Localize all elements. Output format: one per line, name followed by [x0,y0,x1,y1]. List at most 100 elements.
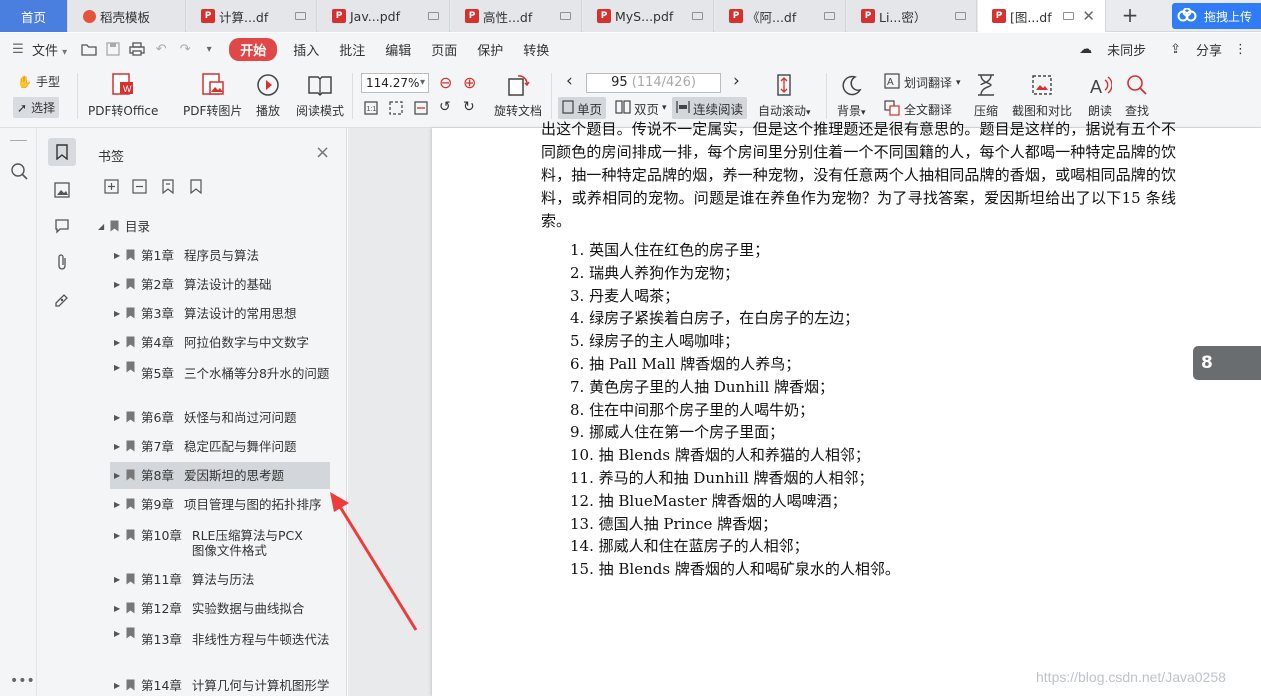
thumbnail-panel-icon[interactable] [48,176,76,204]
bookmark-item[interactable]: ▶ 第9章 项目管理与图的拓扑排序 [114,497,321,512]
expand-arrow-icon[interactable]: ▶ [114,468,124,483]
expand-arrow-icon[interactable]: ▶ [114,248,124,263]
expand-arrow-icon[interactable]: ▶ [114,497,124,512]
find-in-doc-icon[interactable] [10,162,28,183]
expand-arrow-icon[interactable]: ▶ [114,410,124,425]
zoom-in-icon[interactable]: ⊕ [463,73,476,92]
bookmark-panel-icon[interactable] [48,138,76,166]
bookmark-item[interactable]: ▶ 第4章 阿拉伯数字与中文数字 [114,335,309,350]
fit-page-icon[interactable] [389,101,403,115]
bookmark-item[interactable]: ▶ 第10章 RLE压缩算法与PCX图像文件格式 [114,528,312,558]
play-button[interactable]: 播放 [254,71,282,119]
rotate-document-button[interactable]: 旋转文档 [494,71,542,119]
actual-size-icon[interactable]: 1:1 [364,101,378,115]
tab-document[interactable]: P Jav...pdf [318,0,450,32]
expand-all-icon[interactable] [103,178,120,195]
next-page-icon[interactable]: › [733,71,740,91]
collapse-all-icon[interactable] [131,178,148,195]
menu-annotate[interactable]: 批注 [329,40,375,59]
zoom-out-icon[interactable]: ⊖ [439,73,452,92]
screenshot-compare-button[interactable]: 截图和对比 [1012,71,1072,119]
tab-document[interactable]: P Li...密） [847,0,977,32]
menu-page[interactable]: 页面 [421,40,467,59]
save-icon[interactable] [101,39,125,59]
expand-arrow-icon[interactable]: ▶ [114,528,124,543]
expand-arrow-icon[interactable]: ▶ [114,572,124,587]
close-tab-icon[interactable]: ✕ [1082,7,1095,25]
open-folder-icon[interactable] [77,39,101,59]
menu-insert[interactable]: 插入 [283,40,329,59]
word-translate-button[interactable]: A 划词翻译 ▾ [884,73,961,92]
bookmark-item[interactable]: ▶ 第2章 算法设计的基础 [114,277,271,292]
hamburger-icon[interactable]: ☰ [6,39,30,59]
page-number-input[interactable]: 95 (114/426) [586,73,721,93]
collapse-arrow-icon[interactable]: ◢ [98,219,108,234]
redo-icon[interactable]: ↷ [173,39,197,59]
compress-button[interactable]: 压缩 [972,71,1000,119]
comment-panel-icon[interactable] [48,212,76,240]
menu-convert[interactable]: 转换 [513,40,559,59]
window-icon[interactable] [955,12,966,20]
continuous-read-button[interactable]: 连续阅读 [672,97,748,119]
tab-document[interactable]: P 高性...df [451,0,582,32]
attachment-icon[interactable] [48,248,76,276]
add-bookmark-icon[interactable] [159,178,176,195]
background-button[interactable]: 背景▾ [837,71,866,119]
bookmark-item[interactable]: ▶ 第8章 爱因斯坦的思考题 [110,462,330,489]
print-icon[interactable] [125,39,149,59]
bookmark-item[interactable]: ▶ 第3章 算法设计的常用思想 [114,306,296,321]
expand-arrow-icon[interactable]: ▶ [114,277,124,292]
rotate-left-icon[interactable]: ↺ [439,99,451,115]
zoom-select[interactable]: 114.27% [361,73,429,93]
bookmark-item[interactable]: ▶ 第11章 算法与历法 [114,572,254,587]
tab-document[interactable]: P MyS...pdf [583,0,714,32]
hand-tool-button[interactable]: ✋ 手型 [17,73,60,90]
tab-document-active[interactable]: P [图...df ✕ [978,0,1106,32]
expand-arrow-icon[interactable]: ▶ [114,439,124,454]
full-translate-button[interactable]: 全文翻译 [884,100,952,119]
double-page-button[interactable]: 双页 ▾ [611,97,671,119]
undo-icon[interactable]: ↶ [149,39,173,59]
more-dropdown-icon[interactable]: ▾ [197,39,221,59]
bookmark-icon[interactable] [187,178,204,195]
bookmark-item[interactable]: ▶ 第13章 非线性方程与牛顿迭代法 [114,627,329,647]
expand-arrow-icon[interactable]: ▶ [114,335,124,350]
bookmark-item[interactable]: ▶ 第1章 程序员与算法 [114,248,259,263]
bookmark-item[interactable]: ▶ 第6章 妖怪与和尚过河问题 [114,410,296,425]
find-button[interactable]: 查找 [1123,71,1151,119]
tab-home[interactable]: 首页 [0,0,68,32]
bookmark-item[interactable]: ▶ 第5章 三个水桶等分8升水的问题 [114,361,329,381]
read-aloud-button[interactable]: A 朗读 [1086,71,1114,119]
auto-scroll-button[interactable]: 自动滚动▾ [758,71,811,119]
pdf-to-office-button[interactable]: W PDF转Office [88,71,158,119]
upload-button[interactable]: 拖拽上传 [1172,3,1261,29]
window-icon[interactable] [295,12,306,20]
expand-arrow-icon[interactable]: ▶ [114,678,124,693]
window-icon[interactable] [1063,12,1075,20]
menu-file[interactable]: 文件 ▾ [30,40,77,59]
bookmark-item[interactable]: ▶ 第12章 实验数据与曲线拟合 [114,601,304,616]
window-icon[interactable] [824,12,835,20]
window-icon[interactable] [692,12,703,20]
sync-button[interactable]: ☁ 未同步 [1067,40,1146,59]
single-page-button[interactable]: 单页 [558,97,607,119]
select-tool-button[interactable]: ➚ 选择 [13,97,60,118]
signature-icon[interactable] [48,284,76,312]
prev-page-icon[interactable]: ‹ [566,71,573,91]
window-icon[interactable] [428,12,439,20]
bookmark-item[interactable]: ▶ 第7章 稳定匹配与舞伴问题 [114,439,296,454]
more-icon[interactable]: ⋮ [1234,42,1247,57]
read-mode-button[interactable]: 阅读模式 [296,71,344,119]
menu-protect[interactable]: 保护 [467,40,513,59]
tab-document[interactable]: P 《阿...df [715,0,846,32]
bookmark-item[interactable]: ▶ 第14章 计算几何与计算机图形学 [114,678,329,693]
close-icon[interactable]: × [315,142,330,163]
bookmark-root[interactable]: ◢ 目录 [98,219,150,234]
share-button[interactable]: ⇪ 分享 [1158,40,1222,59]
tab-docer[interactable]: 稻壳模板 [69,0,186,32]
expand-arrow-icon[interactable]: ▶ [114,601,124,616]
expand-arrow-icon[interactable]: ▶ [114,360,124,375]
menu-edit[interactable]: 编辑 [375,40,421,59]
expand-arrow-icon[interactable]: ▶ [114,306,124,321]
window-icon[interactable] [560,12,571,20]
